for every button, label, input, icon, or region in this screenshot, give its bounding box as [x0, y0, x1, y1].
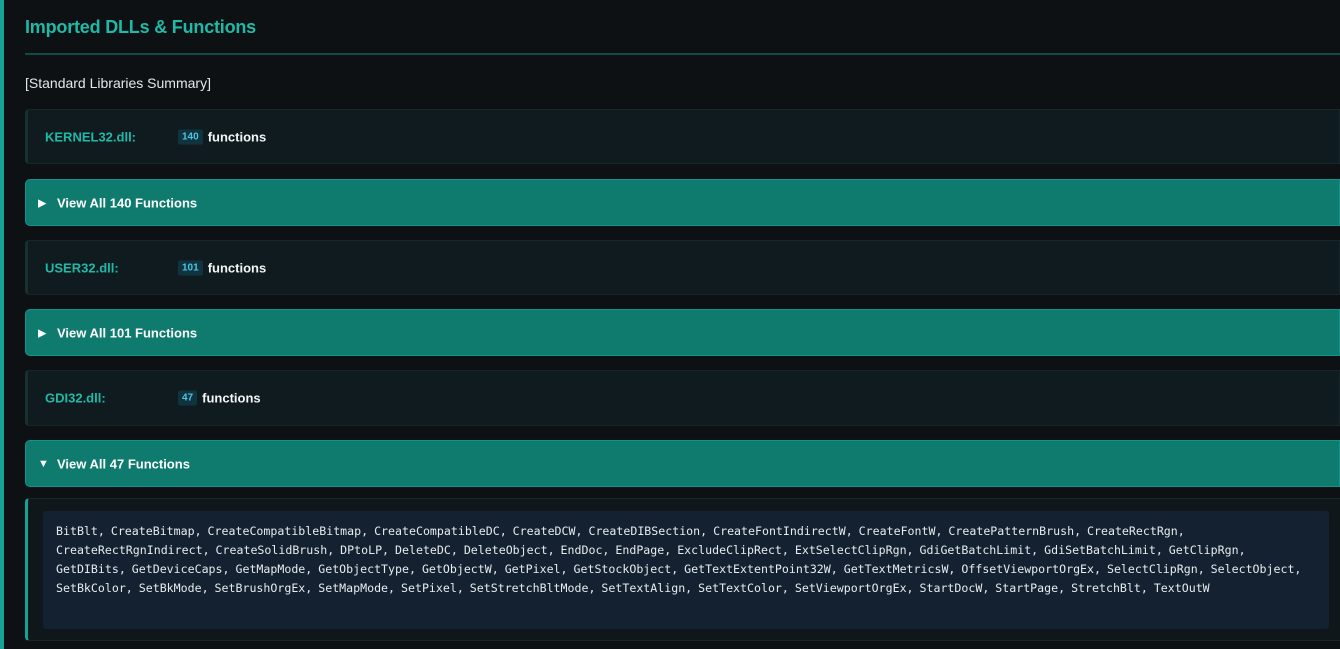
toggle-gdi32-functions[interactable]: ▼ View All 47 Functions: [25, 440, 1340, 487]
imports-section: Imported DLLs & Functions [Standard Libr…: [25, 0, 1340, 649]
dll-row-gdi32: GDI32.dll: 47 functions: [25, 370, 1340, 426]
triangle-right-icon: ▶: [38, 327, 47, 339]
function-list: BitBlt, CreateBitmap, CreateCompatibleBi…: [43, 511, 1329, 629]
dll-row-kernel32: KERNEL32.dll: 140 functions: [25, 109, 1340, 164]
dll-name: KERNEL32.dll:: [45, 129, 137, 144]
dll-function-count: 47 functions: [178, 390, 261, 406]
toggle-user32-functions[interactable]: ▶ View All 101 Functions: [25, 309, 1340, 356]
dll-function-count: 101 functions: [178, 260, 266, 275]
left-accent-bar: [0, 0, 4, 649]
title-divider: [25, 53, 1340, 55]
dll-name: GDI32.dll:: [45, 390, 106, 406]
count-unit: functions: [207, 129, 267, 144]
count-unit: functions: [207, 260, 267, 275]
triangle-right-icon: ▶: [38, 197, 47, 209]
count-badge: 140: [178, 129, 203, 144]
toggle-kernel32-functions[interactable]: ▶ View All 140 Functions: [25, 179, 1340, 226]
dll-name: USER32.dll:: [45, 260, 119, 275]
section-title: Imported DLLs & Functions: [25, 17, 256, 37]
toggle-label: View All 101 Functions: [57, 325, 198, 340]
toggle-label: View All 140 Functions: [57, 195, 198, 210]
dll-function-count: 140 functions: [178, 129, 266, 144]
gdi32-functions-panel: BitBlt, CreateBitmap, CreateCompatibleBi…: [25, 498, 1340, 641]
dll-row-user32: USER32.dll: 101 functions: [25, 240, 1340, 295]
triangle-down-icon: ▼: [38, 457, 49, 470]
count-badge: 47: [178, 390, 198, 406]
toggle-label: View All 47 Functions: [57, 456, 190, 471]
count-unit: functions: [202, 390, 261, 406]
summary-label: [Standard Libraries Summary]: [25, 75, 211, 91]
count-badge: 101: [178, 260, 203, 275]
